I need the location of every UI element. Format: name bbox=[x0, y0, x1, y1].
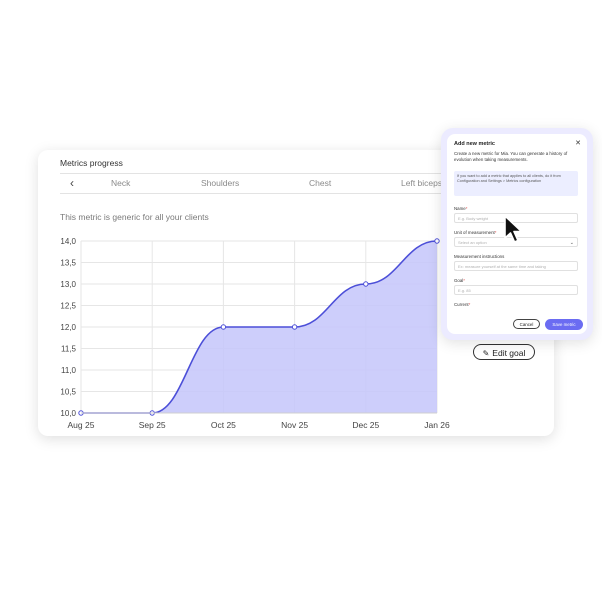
goal-label: Goal* bbox=[454, 278, 465, 283]
y-tick-label: 11,5 bbox=[61, 345, 77, 354]
chevron-down-icon: ⌄ bbox=[569, 240, 574, 246]
modal-description: Create a new metric for Mia. You can gen… bbox=[454, 151, 568, 162]
data-point bbox=[434, 238, 440, 244]
y-tick-label: 12,5 bbox=[60, 302, 76, 311]
unit-label: Unit of measurement* bbox=[454, 230, 496, 235]
x-tick-label: Dec 25 bbox=[352, 420, 379, 430]
name-label-text: Name bbox=[454, 206, 466, 211]
save-metric-button[interactable]: Save metric bbox=[545, 319, 583, 330]
current-label-text: Current bbox=[454, 302, 469, 307]
data-point bbox=[291, 324, 298, 330]
y-tick-label: 12,0 bbox=[60, 323, 76, 332]
mouse-pointer-icon bbox=[504, 215, 523, 243]
modal-info-box: If you want to add a metric that applies… bbox=[454, 171, 578, 196]
goal-label-text: Goal bbox=[454, 278, 464, 283]
y-tick-label: 13,0 bbox=[60, 280, 76, 289]
y-tick-label: 11,0 bbox=[61, 366, 77, 375]
required-mark: * bbox=[465, 206, 468, 211]
pencil-icon: ✎ bbox=[482, 349, 490, 358]
x-tick-label: Jan 26 bbox=[424, 420, 450, 430]
modal-title: Add new metric bbox=[454, 141, 495, 147]
x-tick-label: Oct 25 bbox=[211, 420, 236, 430]
name-label: Name* bbox=[454, 206, 467, 211]
x-tick-label: Aug 25 bbox=[68, 420, 95, 430]
x-tick-label: Sep 25 bbox=[139, 420, 166, 430]
x-tick-label: Nov 25 bbox=[281, 420, 308, 430]
y-tick-label: 13,5 bbox=[60, 259, 76, 268]
data-point bbox=[363, 281, 369, 287]
close-icon[interactable]: ✕ bbox=[575, 139, 581, 147]
edit-goal-label: Edit goal bbox=[492, 348, 526, 358]
unit-select-value: Select an option bbox=[458, 240, 487, 245]
y-tick-label: 10,5 bbox=[60, 388, 76, 397]
y-tick-label: 10,0 bbox=[60, 409, 76, 418]
goal-input[interactable]: E.g. 85 bbox=[454, 285, 578, 295]
required-mark: * bbox=[494, 230, 497, 235]
edit-goal-button[interactable]: ✎ Edit goal bbox=[473, 344, 535, 360]
y-tick-label: 14,0 bbox=[60, 237, 76, 246]
cancel-button[interactable]: Cancel bbox=[513, 319, 540, 329]
required-mark: * bbox=[468, 302, 471, 307]
instructions-label: Measurement instructions bbox=[454, 254, 505, 259]
instructions-input[interactable]: Ex: measure yourself at the same time an… bbox=[454, 261, 578, 271]
data-point bbox=[220, 324, 227, 330]
unit-label-text: Unit of measurement bbox=[454, 230, 495, 235]
current-label: Current* bbox=[454, 302, 470, 307]
required-mark: * bbox=[463, 278, 465, 283]
